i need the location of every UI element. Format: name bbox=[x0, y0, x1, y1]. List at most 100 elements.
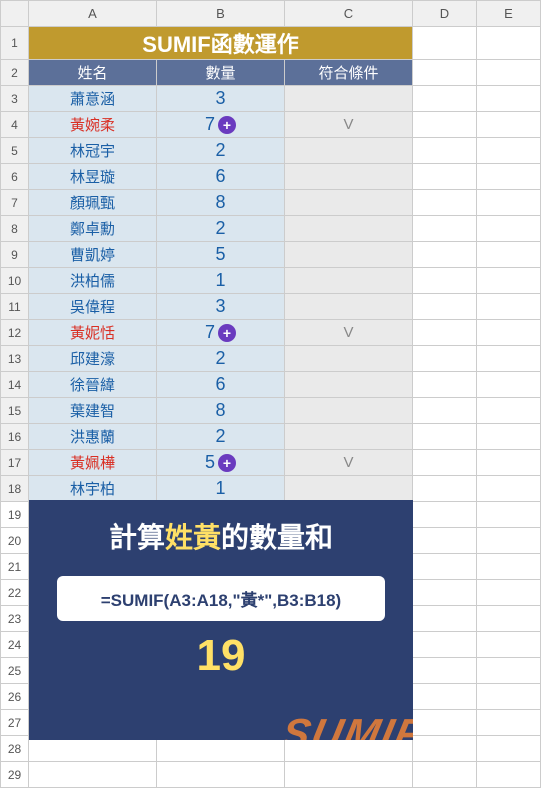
cell-name[interactable]: 顏珮甄 bbox=[29, 190, 157, 216]
cell-empty[interactable] bbox=[413, 762, 477, 788]
cell-qty[interactable]: 7+ bbox=[157, 112, 285, 138]
cell-empty-d[interactable] bbox=[413, 164, 477, 190]
cell-empty[interactable] bbox=[413, 736, 477, 762]
cell-empty-d[interactable] bbox=[413, 476, 477, 502]
row-header-29[interactable]: 29 bbox=[1, 762, 29, 788]
row-header-2[interactable]: 2 bbox=[1, 60, 29, 86]
row-header-23[interactable]: 23 bbox=[1, 606, 29, 632]
cell-qty[interactable]: 6 bbox=[157, 164, 285, 190]
cell-qty[interactable]: 6 bbox=[157, 372, 285, 398]
cell-empty-d[interactable] bbox=[413, 268, 477, 294]
cell-empty-e[interactable] bbox=[477, 86, 541, 112]
row-header-3[interactable]: 3 bbox=[1, 86, 29, 112]
cell-empty[interactable] bbox=[477, 736, 541, 762]
cell-empty-d[interactable] bbox=[413, 424, 477, 450]
cell-match[interactable]: V bbox=[285, 320, 413, 346]
cell-name[interactable]: 林冠宇 bbox=[29, 138, 157, 164]
row-header-14[interactable]: 14 bbox=[1, 372, 29, 398]
cell-empty-e[interactable] bbox=[477, 424, 541, 450]
cell-empty-d[interactable] bbox=[413, 190, 477, 216]
cell-qty[interactable]: 8 bbox=[157, 190, 285, 216]
cell-name[interactable]: 鄭卓勳 bbox=[29, 216, 157, 242]
cell-qty[interactable]: 5+ bbox=[157, 450, 285, 476]
cell-empty-d[interactable] bbox=[413, 86, 477, 112]
row-header-6[interactable]: 6 bbox=[1, 164, 29, 190]
cell-empty[interactable] bbox=[477, 658, 541, 684]
cell-empty[interactable] bbox=[477, 580, 541, 606]
cell-match[interactable] bbox=[285, 164, 413, 190]
row-header-18[interactable]: 18 bbox=[1, 476, 29, 502]
cell-name[interactable]: 黃姵樺 bbox=[29, 450, 157, 476]
cell-name[interactable]: 吳偉程 bbox=[29, 294, 157, 320]
cell-qty[interactable]: 8 bbox=[157, 398, 285, 424]
cell-match[interactable] bbox=[285, 268, 413, 294]
cell-empty[interactable] bbox=[413, 554, 477, 580]
cell-empty[interactable] bbox=[29, 762, 157, 788]
cell-name[interactable]: 洪惠蘭 bbox=[29, 424, 157, 450]
row-header-7[interactable]: 7 bbox=[1, 190, 29, 216]
col-header-E[interactable]: E bbox=[477, 1, 541, 27]
cell-empty-d[interactable] bbox=[413, 112, 477, 138]
cell-qty[interactable]: 1 bbox=[157, 476, 285, 502]
cell-name[interactable]: 曹凱婷 bbox=[29, 242, 157, 268]
cell-name[interactable]: 徐晉緯 bbox=[29, 372, 157, 398]
cell-empty[interactable] bbox=[477, 762, 541, 788]
cell-D1[interactable] bbox=[413, 27, 477, 60]
cell-empty-d[interactable] bbox=[413, 294, 477, 320]
cell-empty-d[interactable] bbox=[413, 398, 477, 424]
row-header-20[interactable]: 20 bbox=[1, 528, 29, 554]
col-header-A[interactable]: A bbox=[29, 1, 157, 27]
cell-empty[interactable] bbox=[413, 606, 477, 632]
col-header-C[interactable]: C bbox=[285, 1, 413, 27]
cell-empty-e[interactable] bbox=[477, 164, 541, 190]
row-header-15[interactable]: 15 bbox=[1, 398, 29, 424]
cell-empty[interactable] bbox=[157, 762, 285, 788]
cell-empty-d[interactable] bbox=[413, 216, 477, 242]
select-all-corner[interactable] bbox=[1, 1, 29, 27]
cell-name[interactable]: 葉建智 bbox=[29, 398, 157, 424]
cell-qty[interactable]: 7+ bbox=[157, 320, 285, 346]
cell-empty[interactable] bbox=[413, 658, 477, 684]
row-header-17[interactable]: 17 bbox=[1, 450, 29, 476]
cell-match[interactable] bbox=[285, 86, 413, 112]
cell-empty[interactable] bbox=[285, 762, 413, 788]
cell-empty[interactable] bbox=[477, 606, 541, 632]
row-header-8[interactable]: 8 bbox=[1, 216, 29, 242]
cell-empty-d[interactable] bbox=[413, 372, 477, 398]
row-header-16[interactable]: 16 bbox=[1, 424, 29, 450]
cell-empty[interactable] bbox=[413, 684, 477, 710]
row-header-28[interactable]: 28 bbox=[1, 736, 29, 762]
cell-name[interactable]: 黃妮恬 bbox=[29, 320, 157, 346]
row-header-1[interactable]: 1 bbox=[1, 27, 29, 60]
cell-empty[interactable] bbox=[413, 710, 477, 736]
cell-empty-e[interactable] bbox=[477, 216, 541, 242]
row-header-11[interactable]: 11 bbox=[1, 294, 29, 320]
cell-match[interactable]: V bbox=[285, 112, 413, 138]
cell-match[interactable] bbox=[285, 476, 413, 502]
cell-qty[interactable]: 2 bbox=[157, 346, 285, 372]
cell-empty[interactable] bbox=[477, 502, 541, 528]
row-header-12[interactable]: 12 bbox=[1, 320, 29, 346]
cell-empty-e[interactable] bbox=[477, 138, 541, 164]
cell-empty-e[interactable] bbox=[477, 294, 541, 320]
cell-match[interactable] bbox=[285, 294, 413, 320]
cell-match[interactable] bbox=[285, 372, 413, 398]
cell-match[interactable]: V bbox=[285, 450, 413, 476]
cell-empty[interactable] bbox=[477, 632, 541, 658]
cell-empty-d[interactable] bbox=[413, 320, 477, 346]
cell-E1[interactable] bbox=[477, 27, 541, 60]
cell-qty[interactable]: 2 bbox=[157, 424, 285, 450]
cell-empty-e[interactable] bbox=[477, 398, 541, 424]
cell-qty[interactable]: 1 bbox=[157, 268, 285, 294]
header-match[interactable]: 符合條件 bbox=[285, 60, 413, 86]
cell-empty[interactable] bbox=[477, 554, 541, 580]
cell-name[interactable]: 蕭意涵 bbox=[29, 86, 157, 112]
cell-name[interactable]: 洪柏儒 bbox=[29, 268, 157, 294]
cell-name[interactable]: 林宇柏 bbox=[29, 476, 157, 502]
cell-empty[interactable] bbox=[413, 580, 477, 606]
row-header-27[interactable]: 27 bbox=[1, 710, 29, 736]
cell-empty-e[interactable] bbox=[477, 346, 541, 372]
row-header-21[interactable]: 21 bbox=[1, 554, 29, 580]
header-qty[interactable]: 數量 bbox=[157, 60, 285, 86]
header-name[interactable]: 姓名 bbox=[29, 60, 157, 86]
